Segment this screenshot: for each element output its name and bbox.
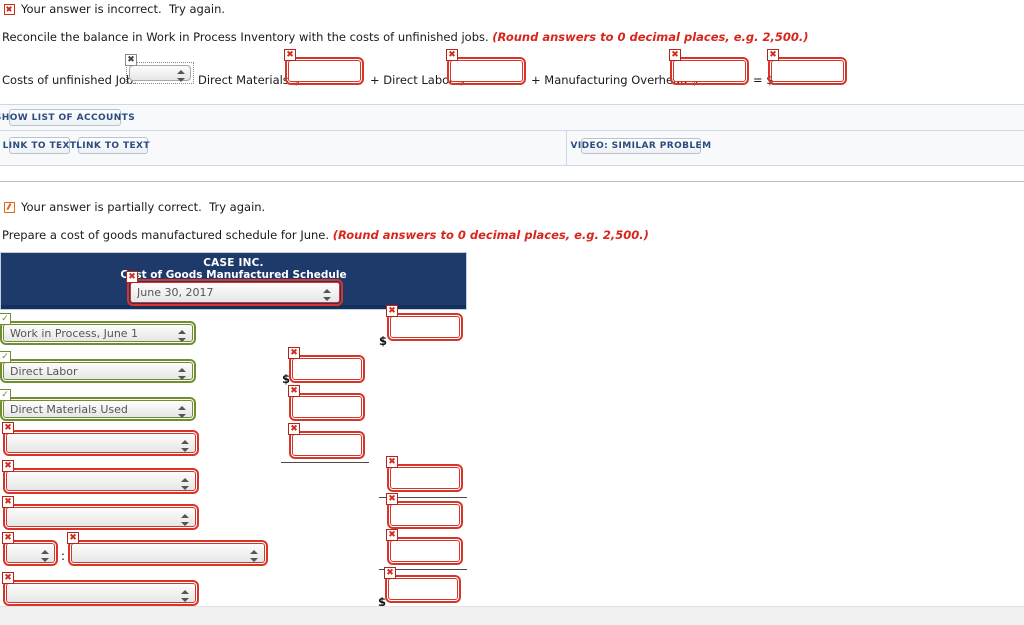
toolbar-divider: [566, 131, 567, 165]
row-6-error-badge-amount: ✖: [386, 493, 398, 505]
row-3-account-select[interactable]: Direct Materials Used: [3, 400, 193, 418]
row-1-dollar-sign: $: [379, 334, 388, 348]
row-4-error-badge-amount: ✖: [288, 423, 300, 435]
footer-band: [0, 606, 1024, 625]
link-to-text-button-2[interactable]: LINK TO TEXT: [76, 137, 150, 154]
accounts-toolbar: [0, 104, 1024, 131]
row-8-error-badge-amount: ✖: [384, 567, 396, 579]
part2-instruction-text: Prepare a cost of goods manufactured sch…: [2, 228, 333, 242]
row-7-amount-wrapper[interactable]: ✖: [386, 529, 463, 565]
row-6-account-select[interactable]: [6, 507, 196, 527]
row-4-amount-wrapper[interactable]: ✖: [288, 423, 365, 459]
part2-instruction: Prepare a cost of goods manufactured sch…: [2, 228, 649, 242]
row-7-error-badge-amount: ✖: [386, 529, 398, 541]
direct-labor-input-wrapper[interactable]: ✖: [446, 49, 526, 85]
row-4-account-select[interactable]: [6, 433, 196, 453]
row-2-correct-badge: ✓: [0, 351, 11, 363]
row-1-correct-badge: ✓: [0, 313, 11, 325]
answer-status-text: Your answer is incorrect. Try again.: [21, 2, 226, 16]
row-1-account-select-wrapper[interactable]: ✓ Work in Process, June 1: [0, 313, 196, 345]
link-to-text-button-1[interactable]: LINK TO TEXT: [3, 137, 76, 154]
row-1-amount-wrapper[interactable]: ✖: [386, 305, 463, 341]
row-7-small-error-badge: ✖: [2, 532, 14, 544]
row-4-account-select-wrapper[interactable]: ✖: [2, 422, 199, 456]
answer-status-partial: Your answer is partially correct. Try ag…: [4, 200, 265, 214]
row-8-account-select[interactable]: [6, 583, 196, 603]
row-1-amount-input[interactable]: [390, 316, 460, 338]
row-5-error-badge-amount: ✖: [386, 456, 398, 468]
row-3-error-badge: ✖: [288, 385, 300, 397]
row-4-error-badge: ✖: [2, 422, 14, 434]
row-3-correct-badge: ✓: [0, 389, 11, 401]
row-6-account-select-wrapper[interactable]: ✖: [2, 496, 199, 530]
row-5-account-select[interactable]: [6, 471, 196, 491]
row-6-amount-wrapper[interactable]: ✖: [386, 493, 463, 529]
row-5-account-select-wrapper[interactable]: ✖: [2, 460, 199, 494]
reconciled-total-input[interactable]: [771, 60, 844, 82]
partial-credit-icon: [4, 201, 15, 213]
row-7-small-select-wrapper[interactable]: ✖: [2, 532, 58, 566]
section-separator: [0, 181, 1024, 182]
part1-instruction-text: Reconcile the balance in Work in Process…: [2, 30, 493, 44]
direct-materials-error-badge: ✖: [284, 49, 296, 61]
row-7-wide-select[interactable]: [71, 543, 265, 563]
row-7-small-select[interactable]: [6, 543, 55, 563]
manufacturing-overhead-error-badge: ✖: [669, 49, 681, 61]
links-toolbar: [0, 131, 1024, 166]
manufacturing-overhead-input-wrapper[interactable]: ✖: [669, 49, 749, 85]
answer-status-incorrect: Your answer is incorrect. Try again.: [4, 2, 225, 16]
costs-of-unfinished-job-label: Costs of unfinished Job:: [2, 73, 138, 87]
row-8-account-select-wrapper[interactable]: ✖: [2, 572, 199, 606]
row-4-subtotal-rule: [281, 462, 369, 463]
unfinished-job-select-wrapper[interactable]: ✖: [125, 54, 194, 84]
row-2-error-badge: ✖: [288, 347, 300, 359]
row-8-total-input[interactable]: [388, 578, 458, 600]
row-7-separator: :: [61, 549, 66, 563]
direct-materials-input-wrapper[interactable]: ✖: [284, 49, 364, 85]
row-6-amount-input[interactable]: [390, 504, 460, 526]
total-input-wrapper[interactable]: ✖: [767, 49, 847, 85]
manufacturing-overhead-input[interactable]: [673, 60, 746, 82]
page-root: Your answer is incorrect. Try again. Rec…: [0, 0, 1024, 625]
direct-labor-input[interactable]: [450, 60, 523, 82]
unfinished-job-select[interactable]: [129, 65, 191, 81]
error-x-icon: [4, 3, 15, 15]
show-list-of-accounts-button[interactable]: SHOW LIST OF ACCOUNTS: [0, 109, 135, 126]
row-2-amount-wrapper[interactable]: ✖: [288, 347, 365, 383]
row-2-account-select-wrapper[interactable]: ✓ Direct Labor: [0, 351, 196, 383]
video-similar-problem-label: VIDEO: SIMILAR PROBLEM: [570, 141, 712, 151]
row-3-amount-input[interactable]: [292, 396, 362, 418]
row-5-error-badge: ✖: [2, 460, 14, 472]
schedule-date-error-badge: ✖: [126, 271, 138, 283]
schedule-date-select-wrapper[interactable]: ✖ June 30, 2017: [126, 271, 343, 306]
schedule-date-select[interactable]: June 30, 2017: [130, 282, 340, 303]
row-6-error-badge: ✖: [2, 496, 14, 508]
job-select-error-badge: ✖: [125, 54, 137, 66]
part2-rounding-hint: (Round answers to 0 decimal places, e.g.…: [332, 228, 649, 242]
part1-rounding-hint: (Round answers to 0 decimal places, e.g.…: [492, 30, 809, 44]
part1-instruction: Reconcile the balance in Work in Process…: [2, 30, 809, 44]
row-5-amount-wrapper[interactable]: ✖: [386, 456, 463, 492]
company-name: CASE INC.: [203, 257, 264, 269]
row-3-amount-wrapper[interactable]: ✖: [288, 385, 365, 421]
row-7-wide-select-wrapper[interactable]: ✖: [67, 532, 268, 566]
row-2-account-select[interactable]: Direct Labor: [3, 362, 193, 380]
row-3-account-select-wrapper[interactable]: ✓ Direct Materials Used: [0, 389, 196, 421]
row-4-amount-input[interactable]: [292, 434, 362, 456]
row-5-amount-input[interactable]: [390, 467, 460, 489]
row-1-account-select[interactable]: Work in Process, June 1: [3, 324, 193, 342]
video-similar-problem-button[interactable]: VIDEO: SIMILAR PROBLEM: [571, 138, 711, 154]
row-7-amount-input[interactable]: [390, 540, 460, 562]
answer-status-partial-text: Your answer is partially correct. Try ag…: [21, 200, 266, 214]
row-8-error-badge: ✖: [2, 572, 14, 584]
row-2-amount-input[interactable]: [292, 358, 362, 380]
row-7-wide-error-badge: ✖: [67, 532, 79, 544]
total-error-badge: ✖: [767, 49, 779, 61]
row-8-amount-wrapper[interactable]: ✖: [384, 567, 461, 603]
direct-labor-error-badge: ✖: [446, 49, 458, 61]
direct-materials-input[interactable]: [288, 60, 361, 82]
row-1-error-badge: ✖: [386, 305, 398, 317]
